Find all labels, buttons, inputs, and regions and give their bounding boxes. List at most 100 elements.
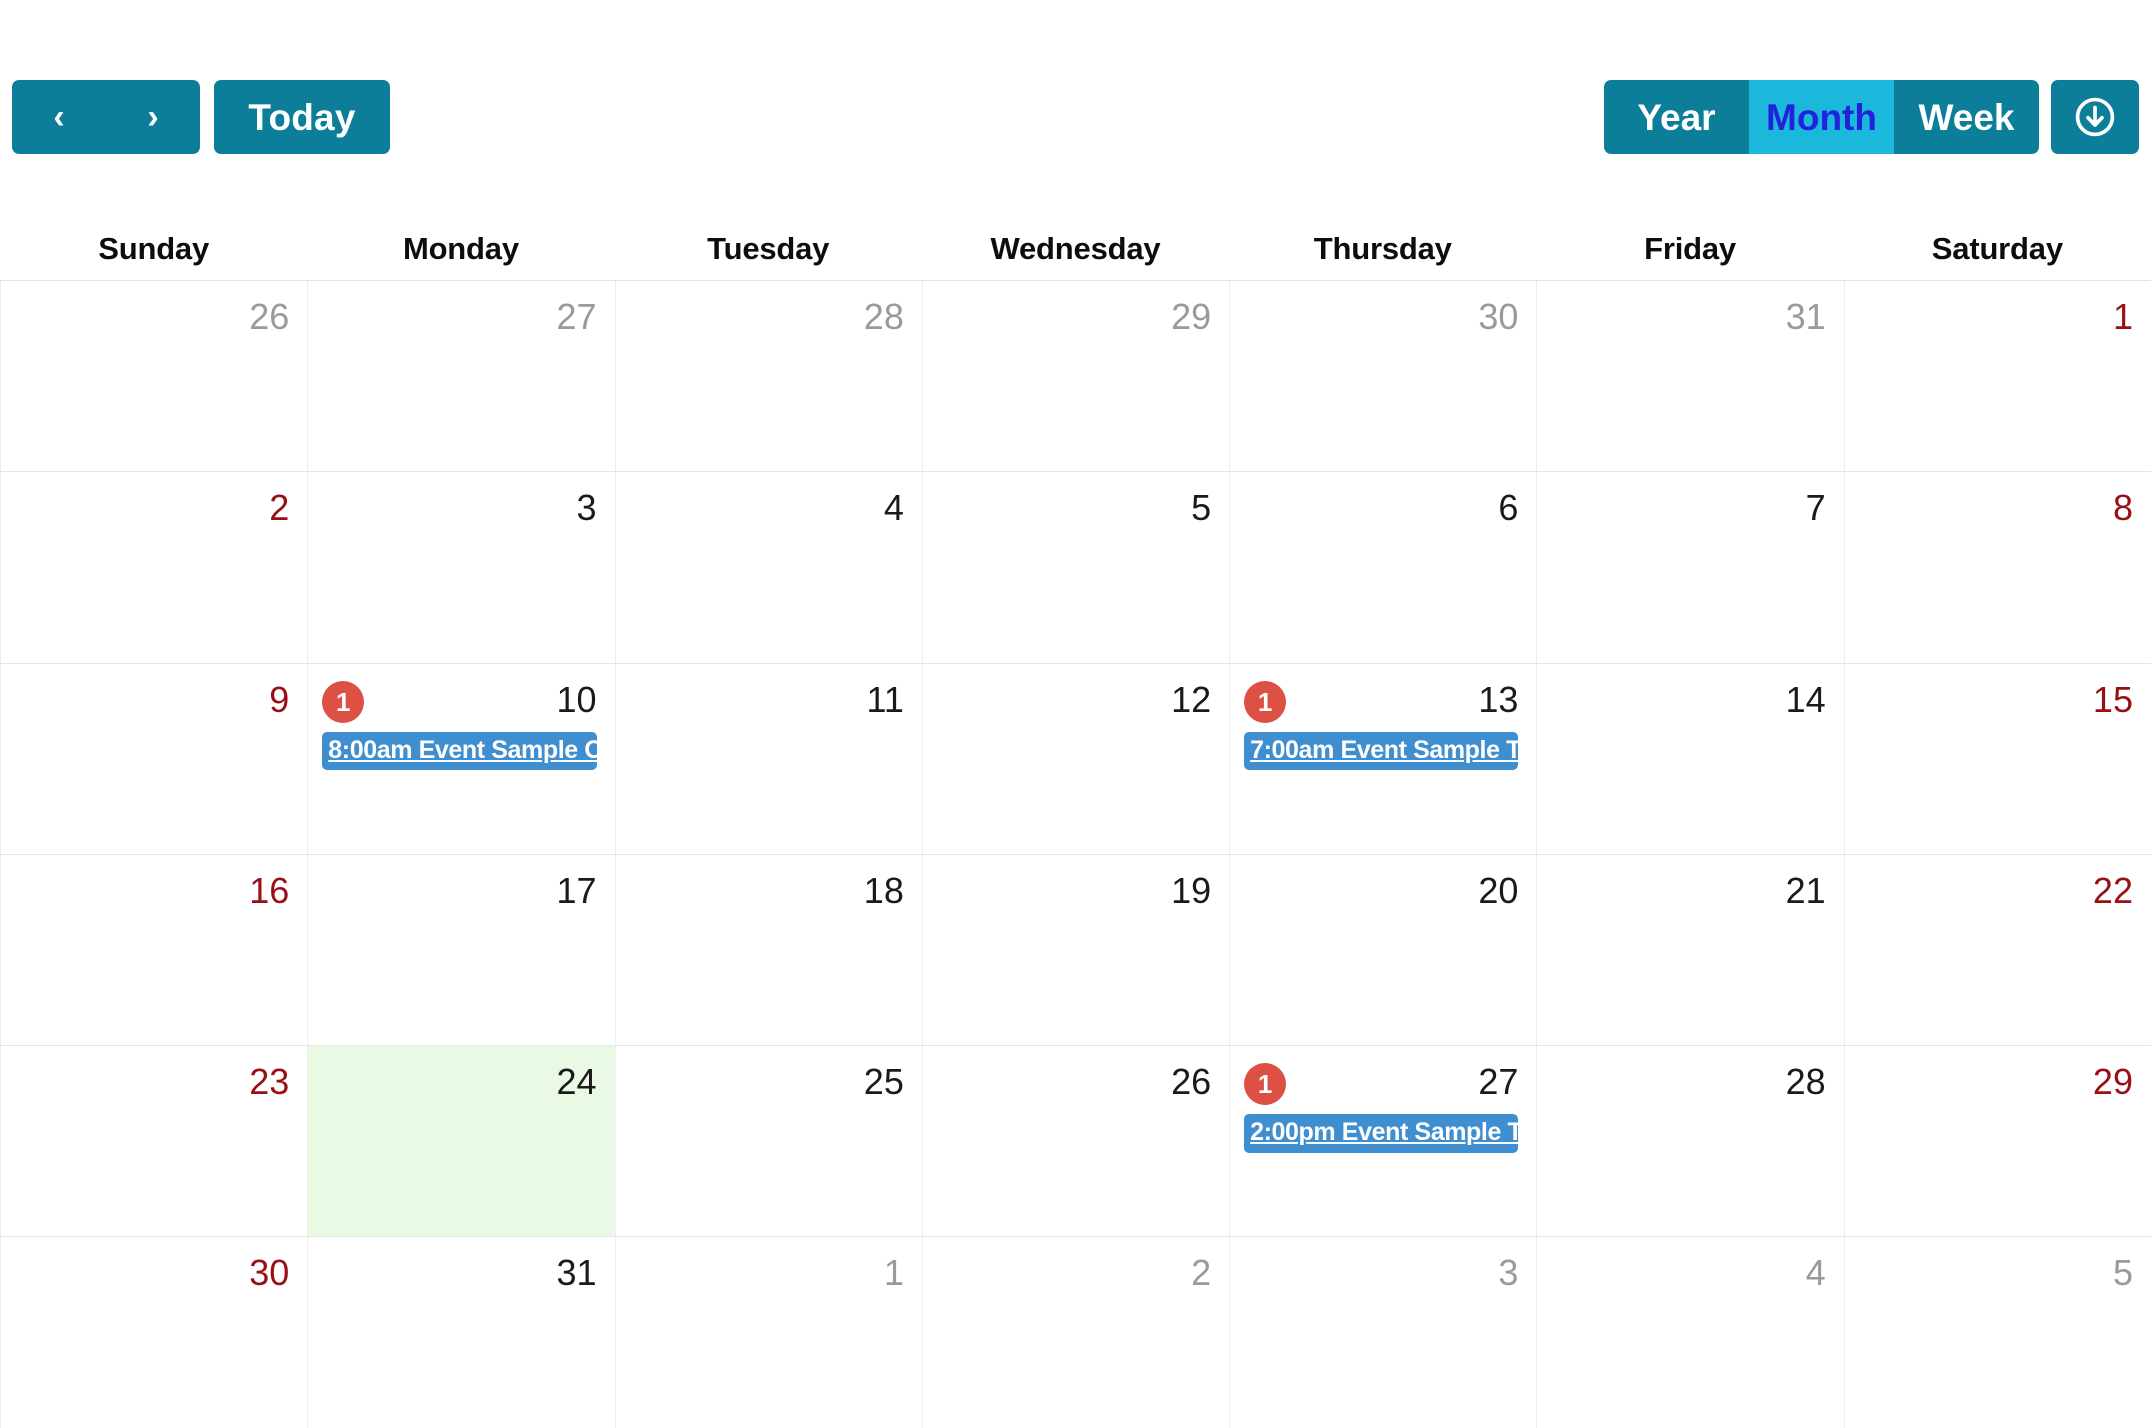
day-cell[interactable]: 3 bbox=[308, 472, 616, 663]
day-cell[interactable]: 6 bbox=[1230, 472, 1538, 663]
view-button-week[interactable]: Week bbox=[1894, 80, 2039, 154]
day-number[interactable]: 9 bbox=[269, 681, 289, 718]
day-number[interactable]: 29 bbox=[2093, 1064, 2133, 1100]
day-number[interactable]: 31 bbox=[557, 1255, 597, 1291]
day-number[interactable]: 16 bbox=[249, 872, 289, 909]
today-button[interactable]: Today bbox=[214, 80, 390, 154]
day-number[interactable]: 3 bbox=[1498, 1255, 1518, 1291]
calendar-event[interactable]: 7:00am Event Sample Three bbox=[1244, 731, 1536, 771]
day-cell[interactable]: 26 bbox=[922, 1046, 1231, 1237]
day-cell[interactable]: 2 bbox=[922, 1237, 1231, 1428]
day-cell-header: 31 bbox=[1551, 295, 1826, 339]
day-number[interactable]: 30 bbox=[249, 1255, 289, 1291]
day-number[interactable]: 1 bbox=[2113, 299, 2133, 335]
day-cell[interactable]: 28 bbox=[1537, 1046, 1845, 1237]
day-number[interactable]: 13 bbox=[1478, 681, 1518, 718]
day-cell[interactable]: 3 bbox=[1230, 1237, 1538, 1428]
day-number[interactable]: 27 bbox=[1478, 1064, 1518, 1100]
day-cell[interactable]: 21 bbox=[1537, 854, 1845, 1046]
day-number[interactable]: 25 bbox=[864, 1064, 904, 1100]
day-cell[interactable]: 22 bbox=[1844, 854, 2151, 1046]
day-number[interactable]: 28 bbox=[1786, 1064, 1826, 1100]
day-cell[interactable]: 24 bbox=[308, 1046, 616, 1237]
day-cell[interactable]: 19 bbox=[922, 854, 1231, 1046]
day-number[interactable]: 3 bbox=[577, 490, 597, 526]
day-cell[interactable]: 29 bbox=[1844, 1046, 2151, 1237]
day-cell[interactable]: 5 bbox=[1844, 1237, 2151, 1428]
day-number[interactable]: 2 bbox=[269, 490, 289, 526]
day-cell[interactable]: 4 bbox=[1537, 1237, 1845, 1428]
prev-period-button[interactable]: ‹ bbox=[12, 80, 106, 154]
day-number[interactable]: 17 bbox=[557, 872, 597, 909]
day-cell[interactable]: 17 bbox=[308, 854, 616, 1046]
day-cell[interactable]: 7 bbox=[1537, 472, 1845, 663]
day-cell[interactable]: 30 bbox=[1, 1237, 309, 1428]
day-number[interactable]: 4 bbox=[1806, 1255, 1826, 1291]
day-cell[interactable]: 30 bbox=[1230, 281, 1538, 472]
day-cell[interactable]: 28 bbox=[615, 281, 923, 472]
day-number[interactable]: 7 bbox=[1806, 490, 1826, 526]
day-cell[interactable]: 1 27 2:00pm Event Sample Two bbox=[1230, 1046, 1538, 1237]
view-button-year[interactable]: Year bbox=[1604, 80, 1749, 154]
day-cell[interactable]: 31 bbox=[1537, 281, 1845, 472]
day-number[interactable]: 26 bbox=[249, 299, 289, 335]
day-cell[interactable]: 14 bbox=[1537, 663, 1845, 854]
day-number[interactable]: 12 bbox=[1171, 681, 1211, 718]
day-number[interactable]: 5 bbox=[2113, 1255, 2133, 1291]
day-number[interactable]: 28 bbox=[864, 299, 904, 335]
day-name-monday: Monday bbox=[402, 231, 519, 266]
day-cell[interactable]: 4 bbox=[615, 472, 923, 663]
download-button[interactable] bbox=[2051, 80, 2139, 154]
day-cell[interactable]: 20 bbox=[1230, 854, 1538, 1046]
day-cell[interactable]: 16 bbox=[1, 854, 309, 1046]
calendar-event[interactable]: 2:00pm Event Sample Two bbox=[1244, 1114, 1536, 1153]
day-number[interactable]: 27 bbox=[557, 299, 597, 335]
event-count-badge: 1 bbox=[1244, 1063, 1287, 1106]
day-number[interactable]: 31 bbox=[1786, 299, 1826, 335]
day-cell[interactable]: 5 bbox=[922, 472, 1231, 663]
day-number[interactable]: 4 bbox=[884, 490, 904, 526]
day-number[interactable]: 8 bbox=[2113, 490, 2133, 526]
day-number[interactable]: 26 bbox=[1171, 1064, 1211, 1100]
day-number[interactable]: 1 bbox=[884, 1255, 904, 1291]
day-number[interactable]: 5 bbox=[1191, 490, 1211, 526]
day-cell[interactable]: 25 bbox=[615, 1046, 923, 1237]
day-number[interactable]: 30 bbox=[1478, 299, 1518, 335]
day-number[interactable]: 14 bbox=[1786, 681, 1826, 718]
day-cell[interactable]: 2 bbox=[1, 472, 309, 663]
day-number[interactable]: 2 bbox=[1191, 1255, 1211, 1291]
day-number[interactable]: 10 bbox=[557, 681, 597, 718]
day-cell[interactable]: 29 bbox=[922, 281, 1231, 472]
day-cell[interactable]: 23 bbox=[1, 1046, 309, 1237]
day-number[interactable]: 21 bbox=[1786, 872, 1826, 909]
day-cell-header: 21 bbox=[1551, 869, 1826, 913]
view-button-month[interactable]: Month bbox=[1749, 80, 1894, 154]
day-number[interactable]: 18 bbox=[864, 872, 904, 909]
day-cell[interactable]: 18 bbox=[615, 854, 923, 1046]
day-cell[interactable]: 8 bbox=[1844, 472, 2151, 663]
day-cell[interactable]: 15 bbox=[1844, 663, 2151, 854]
day-cell[interactable]: 12 bbox=[922, 663, 1231, 854]
day-cell[interactable]: 1 bbox=[615, 1237, 923, 1428]
day-number[interactable]: 24 bbox=[557, 1064, 597, 1100]
day-number[interactable]: 23 bbox=[249, 1064, 289, 1100]
day-cell[interactable]: 1 13 7:00am Event Sample Three bbox=[1230, 663, 1538, 854]
day-number[interactable]: 6 bbox=[1498, 490, 1518, 526]
day-number[interactable]: 22 bbox=[2093, 872, 2133, 909]
day-cell[interactable]: 1 bbox=[1844, 281, 2151, 472]
day-number[interactable]: 11 bbox=[866, 681, 903, 718]
day-cell[interactable]: 1 10 8:00am Event Sample One bbox=[308, 663, 616, 854]
day-cell[interactable]: 31 bbox=[308, 1237, 616, 1428]
day-cell[interactable]: 26 bbox=[1, 281, 309, 472]
day-number[interactable]: 29 bbox=[1171, 299, 1211, 335]
day-number[interactable]: 20 bbox=[1478, 872, 1518, 909]
day-cell[interactable]: 9 bbox=[1, 663, 309, 854]
day-cell[interactable]: 27 bbox=[308, 281, 616, 472]
day-cell[interactable]: 11 bbox=[615, 663, 923, 854]
day-number[interactable]: 15 bbox=[2093, 681, 2133, 718]
day-event-list: 8:00am Event Sample One bbox=[322, 731, 615, 771]
day-number[interactable]: 19 bbox=[1171, 872, 1211, 909]
day-cell-header: 25 bbox=[630, 1060, 904, 1104]
calendar-event[interactable]: 8:00am Event Sample One bbox=[322, 731, 615, 771]
next-period-button[interactable]: › bbox=[106, 80, 200, 154]
